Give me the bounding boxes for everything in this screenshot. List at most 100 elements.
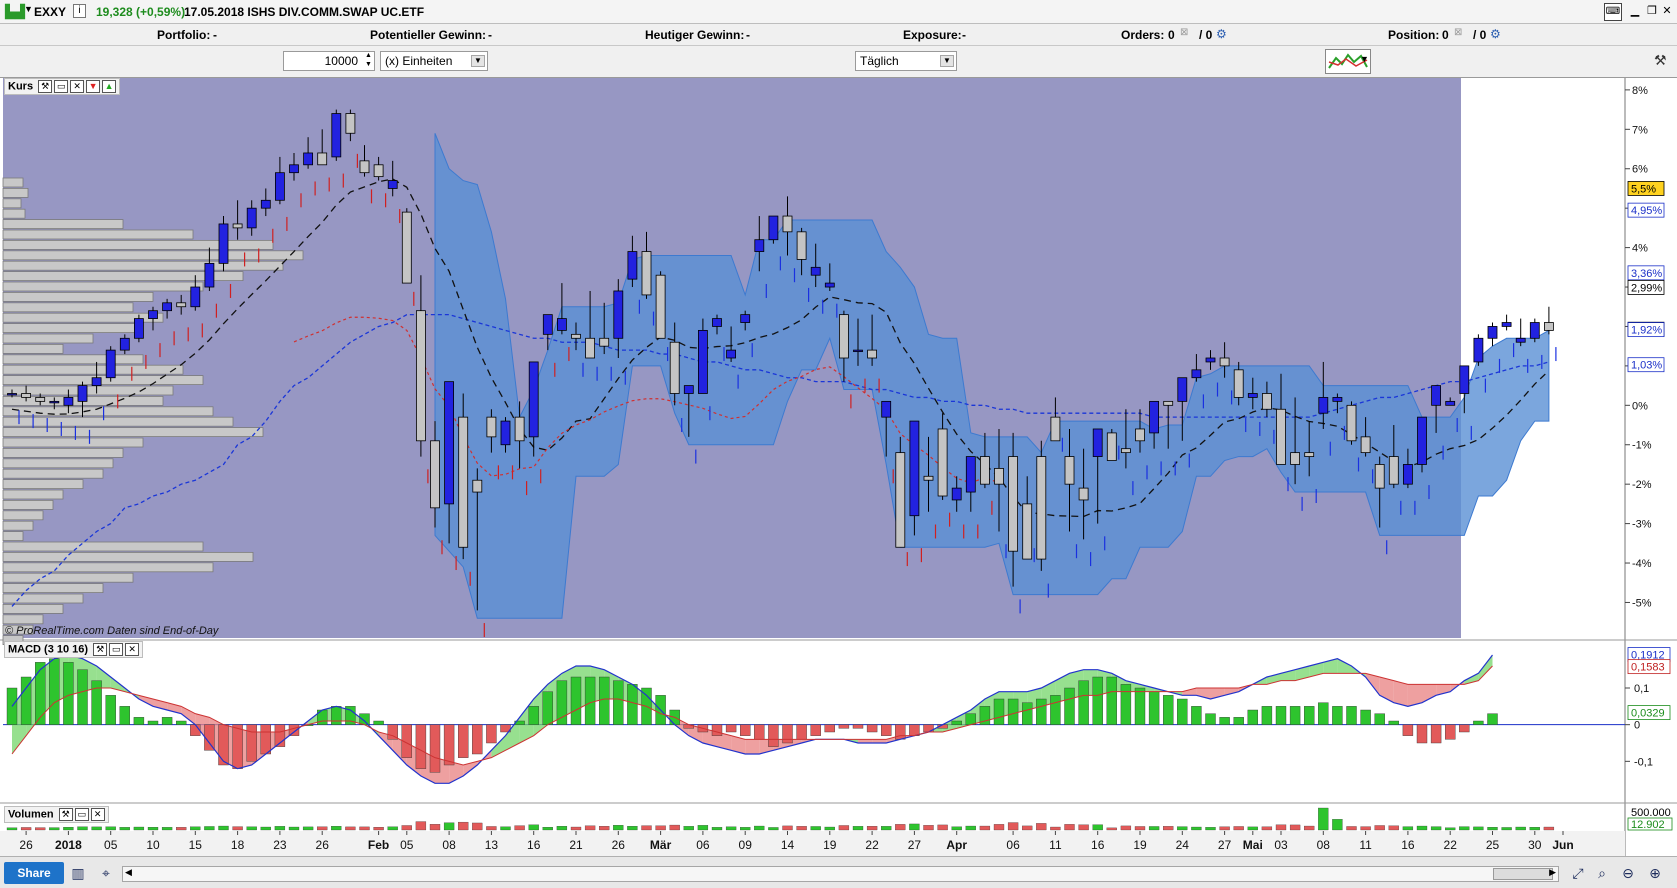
orders-label: Orders: xyxy=(1121,28,1165,42)
close-panel-icon[interactable]: ✕ xyxy=(90,808,105,821)
candle-body xyxy=(1036,456,1047,560)
macd-panel-title[interactable]: MACD (3 10 16) ⚒ ▭ ✕ xyxy=(4,641,144,658)
scroll-left-icon[interactable]: ◀ xyxy=(125,867,132,878)
volume-bar xyxy=(768,827,779,831)
keyboard-icon[interactable]: ⌨ xyxy=(1604,3,1622,21)
macd-histogram-bar xyxy=(1261,706,1273,725)
period-select[interactable]: Täglich ▼ xyxy=(855,51,957,71)
candle-body xyxy=(1106,432,1117,461)
layout-icon[interactable]: ▥ xyxy=(68,863,88,883)
macd-histogram-bar xyxy=(1430,724,1442,744)
candle-body xyxy=(1163,400,1174,406)
candle-body xyxy=(698,329,708,394)
quantity-stepper[interactable]: ▲ ▼ xyxy=(365,51,372,69)
zoom-area-icon[interactable]: ⌕ xyxy=(1592,863,1612,883)
volume-profile-bar xyxy=(2,541,204,552)
candle-body xyxy=(500,420,511,446)
macd-histogram-bar xyxy=(1473,720,1484,725)
window-icon[interactable]: ▭ xyxy=(109,643,124,656)
symbol-dropdown-icon[interactable]: ▼ xyxy=(24,4,33,14)
volume-bar xyxy=(599,826,610,831)
close-panel-icon[interactable]: ✕ xyxy=(70,80,85,93)
macd-histogram-bar xyxy=(1360,709,1371,725)
volume-bar xyxy=(49,827,60,831)
date-axis-tick-label: 13 xyxy=(485,838,499,852)
horizontal-scrollbar[interactable]: ◀ ▶ xyxy=(122,866,1559,882)
move-up-icon[interactable]: ▲ xyxy=(102,80,117,93)
symbol-label[interactable]: EXXY xyxy=(34,5,66,19)
candle-body xyxy=(514,416,525,442)
scroll-right-icon[interactable]: ▶ xyxy=(1549,867,1556,878)
volume-bar xyxy=(218,825,229,831)
candle-body xyxy=(909,420,920,517)
date-axis: 26 2018 05 10 15 18 23 26 Feb 05 08 13 16 21 26 Mär 06 09… xyxy=(0,831,1625,856)
volume-bar xyxy=(331,826,342,831)
move-down-icon[interactable]: ▼ xyxy=(86,80,101,93)
indicator-dropdown-icon[interactable]: ▼ xyxy=(1360,54,1369,64)
candle-body xyxy=(1247,393,1258,398)
date-axis-tick-label: 25 xyxy=(1486,838,1500,852)
macd-histogram-bar xyxy=(1332,706,1343,725)
volume-profile-bar xyxy=(2,343,64,354)
price-axis-tick-label: 0% xyxy=(1632,400,1648,412)
candle-body xyxy=(585,337,595,359)
date-axis-tick-label: 2018 xyxy=(55,838,82,852)
window-icon[interactable]: ▭ xyxy=(54,80,69,93)
candle xyxy=(1106,428,1117,461)
wrench-icon[interactable]: ⚒ xyxy=(38,80,53,93)
volume-profile-bar xyxy=(2,562,214,573)
volume-bar xyxy=(35,827,46,831)
position-cancel-icon[interactable]: ⊠ xyxy=(1454,27,1462,38)
date-axis-tick-label: 19 xyxy=(823,838,837,852)
date-axis-tick-label: Feb xyxy=(368,838,389,852)
chart-type-icon[interactable]: ▙▟ xyxy=(5,4,25,20)
orders-cancel-icon[interactable]: ⊠ xyxy=(1180,27,1188,38)
zoom-in-icon[interactable]: ⊕ xyxy=(1645,863,1665,883)
share-button[interactable]: Share xyxy=(4,862,64,884)
minimize-icon[interactable]: ▁ xyxy=(1626,3,1644,21)
window-icon[interactable]: ▭ xyxy=(74,808,89,821)
candle-body xyxy=(246,207,257,229)
macd-histogram-bar xyxy=(1120,684,1132,725)
cursor-icon[interactable]: ⌖ xyxy=(96,863,116,883)
chart-area[interactable]: 8%7%6%5%4%3%2%1%0%-1%-2%-3%-4%-5%5,5%4,9… xyxy=(0,78,1677,856)
wrench-icon[interactable]: ⚒ xyxy=(58,808,73,821)
volume-panel-title[interactable]: Volumen ⚒ ▭ ✕ xyxy=(4,806,109,823)
close-icon[interactable]: ✕ xyxy=(1658,3,1676,21)
volume-bar xyxy=(77,826,88,831)
volume-profile-bar xyxy=(2,551,254,562)
candle-body xyxy=(1177,377,1188,402)
macd-histogram-bar xyxy=(1289,706,1301,725)
info-icon[interactable]: i xyxy=(73,4,86,18)
volume-bar xyxy=(1106,827,1117,831)
wrench-icon[interactable]: ⚒ xyxy=(93,643,108,656)
volume-profile-bar xyxy=(2,447,124,458)
volume-bar xyxy=(881,826,892,831)
macd-histogram-bar xyxy=(782,724,793,744)
candle xyxy=(1417,416,1427,473)
volume-bar xyxy=(1487,827,1498,831)
price-tag: 4,95% xyxy=(1627,202,1665,218)
scrollbar-thumb[interactable] xyxy=(1493,868,1553,880)
price-panel-title[interactable]: Kurs ⚒ ▭ ✕ ▼ ▲ xyxy=(4,78,121,95)
candle xyxy=(895,436,906,548)
orders-gear-icon[interactable]: ⚙ xyxy=(1216,27,1227,41)
copyright-note: © ProRealTime.com Daten sind End-of-Day xyxy=(5,625,219,637)
close-panel-icon[interactable]: ✕ xyxy=(125,643,140,656)
volume-bar xyxy=(1275,824,1287,831)
macd-histogram-bar xyxy=(1233,717,1244,725)
volume-bar xyxy=(1501,827,1512,831)
candle-body xyxy=(1403,464,1413,485)
position-gear-icon[interactable]: ⚙ xyxy=(1490,27,1501,41)
macd-histogram-bar xyxy=(923,724,934,733)
macd-axis-tick-label: -0,1 xyxy=(1634,756,1653,768)
volume-bar xyxy=(570,826,582,831)
quantity-input[interactable]: 10000 xyxy=(283,51,375,71)
zoom-fit-icon[interactable]: ⤢ xyxy=(1568,863,1588,883)
wrench-icon[interactable]: ⚒ xyxy=(1654,52,1667,69)
volume-bar xyxy=(796,826,807,831)
candle-body xyxy=(1022,503,1033,560)
volume-profile-bar xyxy=(2,406,214,417)
zoom-out-icon[interactable]: ⊖ xyxy=(1618,863,1638,883)
unit-select[interactable]: (x) Einheiten ▼ xyxy=(380,51,488,71)
